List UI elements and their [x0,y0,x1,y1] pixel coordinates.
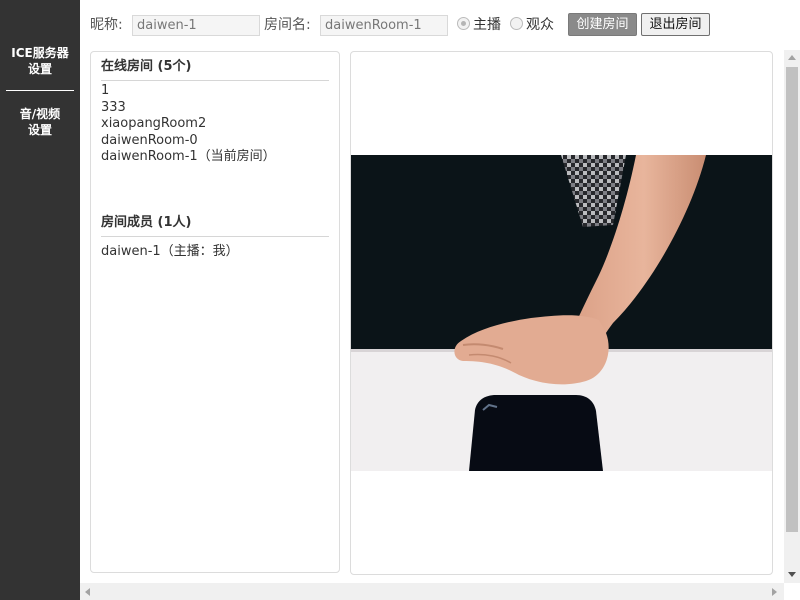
room-list-item[interactable]: 333 [101,100,276,117]
sidebar-item-label: ICE服务器 [11,46,69,60]
scroll-up-icon[interactable] [788,55,796,60]
room-list-item[interactable]: 1 [101,83,276,100]
nickname-input[interactable] [132,15,260,36]
room-list-item[interactable]: xiaopangRoom2 [101,116,276,133]
nickname-label: 昵称: [90,17,123,33]
online-rooms-list: 1 333 xiaopangRoom2 daiwenRoom-0 daiwenR… [101,83,276,166]
sidebar-divider [6,90,74,91]
sidebar-item-av-settings[interactable]: 音/视频 设置 [0,106,80,138]
create-room-button[interactable]: 创建房间 [568,13,637,36]
room-toolbar: 昵称: 房间名: 主播 观众 创建房间 退出房间 [80,0,800,50]
room-list-item[interactable]: daiwenRoom-0 [101,133,276,150]
room-list-item[interactable]: daiwenRoom-1（当前房间） [101,149,276,166]
sidebar-item-label: 音/视频 [19,107,61,121]
sidebar-item-label: 设置 [27,62,52,76]
video-panel [350,51,773,575]
room-members-title: 房间成员 (1人) [101,214,329,237]
audience-radio-label: 观众 [526,17,554,33]
vertical-scroll-thumb[interactable] [786,67,798,532]
scroll-down-icon[interactable] [788,572,796,577]
room-members-list: daiwen-1（主播：我） [101,244,239,261]
host-radio-label: 主播 [473,17,501,33]
sidebar-item-label: 设置 [27,123,52,137]
sidebar-item-ice-server-settings[interactable]: ICE服务器 设置 [0,45,80,77]
room-name-label: 房间名: [264,17,311,33]
host-radio[interactable] [457,17,470,30]
sidebar: ICE服务器 设置 音/视频 设置 [0,0,80,600]
horizontal-scrollbar[interactable] [80,583,784,600]
exit-room-button[interactable]: 退出房间 [641,13,710,36]
scroll-left-icon[interactable] [85,588,90,596]
vertical-scrollbar[interactable] [784,50,800,583]
online-rooms-title: 在线房间 (5个) [101,58,329,81]
member-list-item: daiwen-1（主播：我） [101,244,239,259]
scroll-right-icon[interactable] [772,588,777,596]
audience-radio[interactable] [510,17,523,30]
room-info-panel: 在线房间 (5个) 1 333 xiaopangRoom2 daiwenRoom… [90,51,340,573]
room-name-input[interactable] [320,15,448,36]
local-video-feed [351,155,772,471]
